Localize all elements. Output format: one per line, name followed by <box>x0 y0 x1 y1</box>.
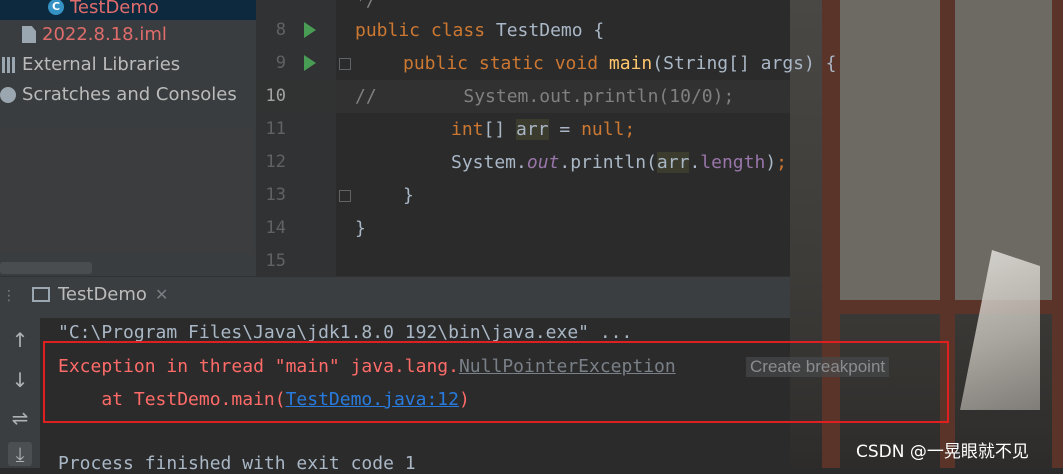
tree-item-external-libraries[interactable]: External Libraries <box>2 54 180 75</box>
soft-wrap-icon[interactable]: ⇌ <box>8 406 32 430</box>
line-number: 11 <box>265 119 286 139</box>
tree-item-label: 2022.8.18.iml <box>42 24 167 45</box>
background-window-frame <box>1052 0 1063 468</box>
run-class-icon[interactable] <box>304 22 316 38</box>
console-command-line: "C:\Program Files\Java\jdk1.8.0_192\bin\… <box>58 322 633 343</box>
tree-item-iml-file[interactable]: 2022.8.18.iml <box>22 24 167 45</box>
tree-item-testdemo[interactable]: C TestDemo <box>0 0 256 20</box>
run-tab-testdemo[interactable]: TestDemo ✕ <box>32 284 168 305</box>
more-options-icon[interactable]: ⋮ <box>2 288 16 304</box>
class-icon: C <box>48 0 64 15</box>
fold-marker-icon[interactable] <box>339 58 351 70</box>
code-token: .println( <box>559 152 657 173</box>
code-line-9: public static void main(String[] args) { <box>403 53 837 74</box>
keyword-token: public static void <box>403 53 599 74</box>
fold-marker-icon[interactable] <box>339 190 351 202</box>
code-token: [] <box>483 119 517 140</box>
tree-item-label: TestDemo <box>70 0 159 18</box>
field-token: length <box>700 152 766 173</box>
code-line-7: */ <box>355 0 377 11</box>
line-number: 9 <box>275 53 286 73</box>
line-number: 13 <box>265 185 286 205</box>
console-icon <box>32 287 50 302</box>
params-token: (String[] args) { <box>652 53 837 74</box>
code-token: = <box>548 119 582 140</box>
line-number: 14 <box>265 218 286 238</box>
iml-file-icon <box>22 26 36 43</box>
keyword-token: public class <box>355 20 486 41</box>
keyword-token: null <box>581 119 625 140</box>
console-exit-line: Process finished with exit code 1 <box>58 453 416 474</box>
tree-item-scratches[interactable]: Scratches and Consoles <box>0 84 237 105</box>
code-token: ; <box>776 152 787 173</box>
code-line-12: System.out.println(arr.length); <box>451 152 787 173</box>
background-window-pane <box>840 0 940 300</box>
code-token: ; <box>624 119 636 140</box>
code-line-8: public class TestDemo { <box>355 20 604 41</box>
class-name-token: TestDemo { <box>485 20 605 41</box>
code-line-10: // System.out.println(10/0); <box>355 86 735 107</box>
variable-token: arr <box>516 119 549 140</box>
code-line-14: } <box>355 218 366 239</box>
line-number: 15 <box>265 251 286 271</box>
csdn-watermark: CSDN @一晃眼就不见 <box>856 442 1029 462</box>
comment-token: */ <box>355 0 377 11</box>
error-highlight-box <box>43 341 949 423</box>
scroll-to-end-icon[interactable]: ⤓ <box>8 442 32 466</box>
keyword-token: int <box>451 119 484 140</box>
libraries-icon <box>2 56 16 73</box>
scroll-up-icon[interactable]: ↑ <box>8 328 32 352</box>
code-line-11: int[] arr = null; <box>451 119 635 140</box>
scroll-down-icon[interactable]: ↓ <box>8 368 32 392</box>
line-number: 8 <box>275 20 286 40</box>
code-token: ) <box>765 152 777 173</box>
variable-token: arr <box>656 152 690 173</box>
run-tab-label: TestDemo <box>58 284 147 305</box>
tree-item-label: Scratches and Consoles <box>22 84 237 105</box>
tree-item-label: External Libraries <box>22 54 181 75</box>
method-name-token: main <box>608 53 653 74</box>
static-field-token: out <box>526 152 560 173</box>
run-main-icon[interactable] <box>304 55 316 71</box>
code-token: . <box>689 152 701 173</box>
line-number-current: 10 <box>265 86 286 106</box>
code-line-13: } <box>403 185 414 206</box>
scratches-icon <box>0 86 16 103</box>
close-tab-icon[interactable]: ✕ <box>155 285 168 304</box>
tree-horizontal-scrollbar[interactable] <box>0 262 92 274</box>
code-token: System. <box>451 152 527 173</box>
line-number: 12 <box>265 152 286 172</box>
